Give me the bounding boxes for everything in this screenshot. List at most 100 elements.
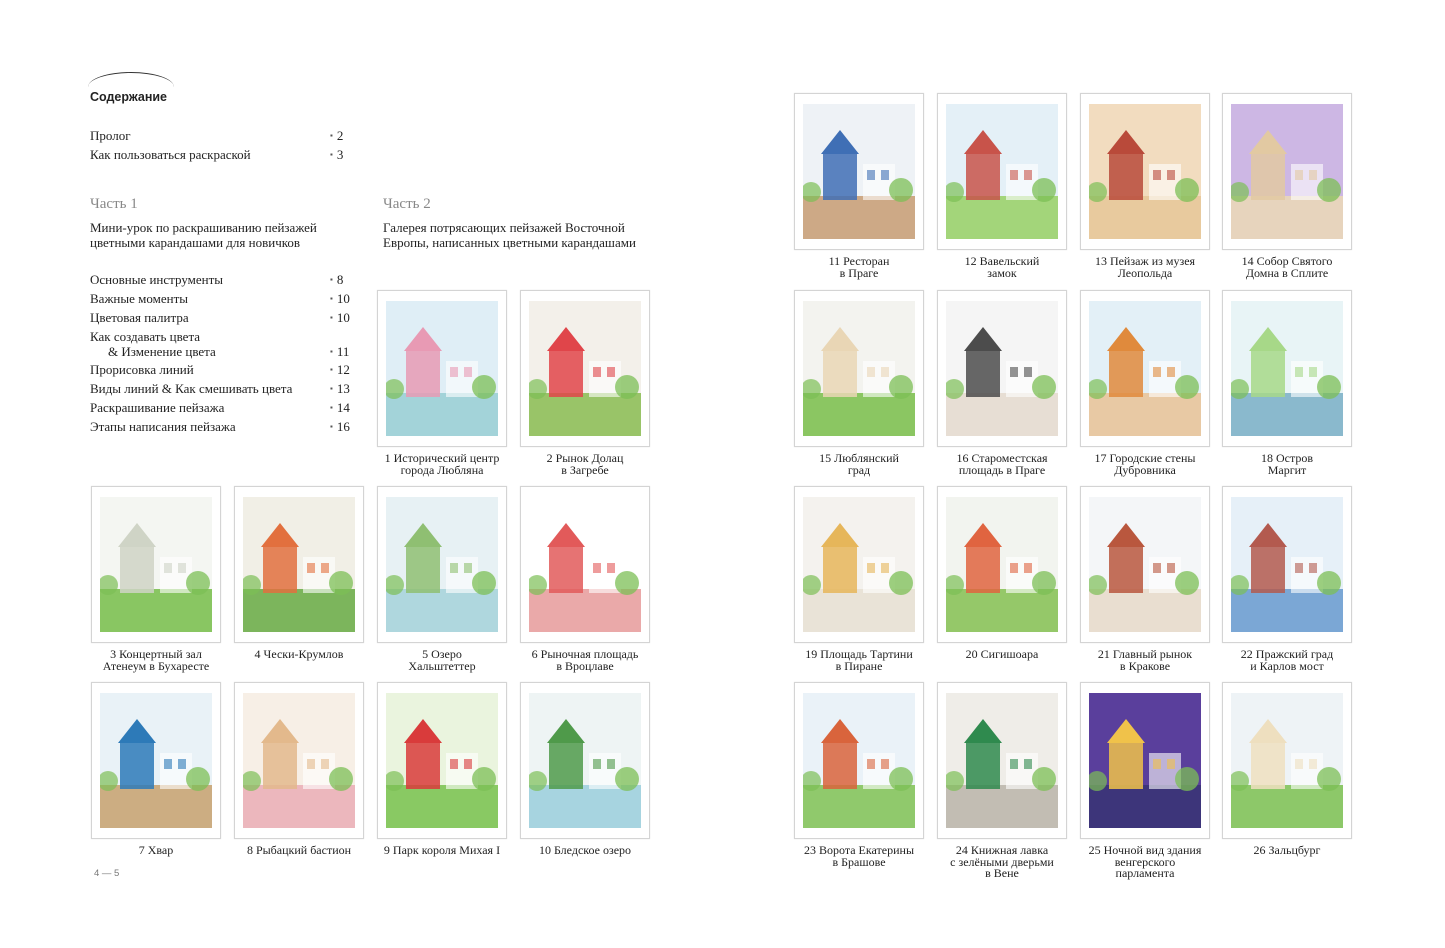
illustration-image: [243, 693, 355, 828]
gallery-card[interactable]: [520, 290, 650, 447]
toc-entry[interactable]: Виды линий & Как смешивать цвета 13: [90, 381, 350, 396]
toc-entry-page: 10: [330, 291, 350, 308]
toc-entry[interactable]: Пролог 2: [90, 128, 350, 143]
gallery-caption: 8 Рыбацкий бастион: [224, 843, 374, 857]
gallery-card[interactable]: [937, 682, 1067, 839]
toc-entry-label: Как пользоваться раскраской: [90, 147, 251, 162]
caption-line: град: [847, 462, 871, 477]
gallery-card[interactable]: [794, 486, 924, 643]
caption-line: в Пиране: [835, 658, 883, 673]
gallery-card[interactable]: [91, 486, 221, 643]
gallery-card[interactable]: [794, 290, 924, 447]
gallery-card[interactable]: [377, 486, 507, 643]
toc-entry-page: 11: [330, 344, 350, 361]
illustration-image: [386, 693, 498, 828]
illustration-image: [946, 497, 1058, 632]
toc-entry[interactable]: Важные моменты 10: [90, 291, 350, 306]
toc-entry[interactable]: & Изменение цвета 11: [90, 344, 350, 359]
illustration-image: [100, 693, 212, 828]
gallery-card[interactable]: [234, 486, 364, 643]
gallery-card[interactable]: [377, 290, 507, 447]
toc-entry[interactable]: Основные инструменты 8: [90, 272, 350, 287]
caption-line: в Брашове: [832, 854, 886, 869]
gallery-caption: 15 Люблянский град: [784, 452, 934, 477]
illustration-image: [1231, 104, 1343, 239]
gallery-caption: 20 Сигишоара: [927, 647, 1077, 661]
toc-entry[interactable]: Цветовая палитра 10: [90, 310, 350, 325]
toc-entry-page: 13: [330, 381, 350, 398]
gallery-card[interactable]: [937, 486, 1067, 643]
gallery-card[interactable]: [794, 93, 924, 250]
illustration-image: [529, 693, 641, 828]
toc-entry-label: Этапы написания пейзажа: [90, 419, 236, 434]
toc-entry-label: Прорисовка линий: [90, 362, 194, 377]
gallery-caption: 1 Исторический центр города Любляна: [367, 452, 517, 477]
gallery-card[interactable]: [1222, 682, 1352, 839]
caption-line: замок: [987, 265, 1017, 280]
gallery-card[interactable]: [937, 290, 1067, 447]
toc-entry-page: 12: [330, 362, 350, 379]
gallery-card[interactable]: [520, 486, 650, 643]
gallery-caption: 7 Хвар: [81, 843, 231, 857]
caption-line: в Вене: [985, 866, 1019, 880]
gallery-card[interactable]: [794, 682, 924, 839]
gallery-card[interactable]: [1222, 93, 1352, 250]
gallery-caption: 3 Концертный зал Атенеум в Бухаресте: [81, 648, 231, 673]
caption-line: Атенеум в Бухаресте: [102, 658, 210, 673]
illustration-image: [1089, 693, 1201, 828]
toc-entry-page: 14: [330, 400, 350, 417]
gallery-card[interactable]: [91, 682, 221, 839]
caption-line: 26 Зальцбург: [1253, 843, 1321, 857]
gallery-card[interactable]: [1080, 290, 1210, 447]
toc-entry[interactable]: Этапы написания пейзажа 16: [90, 419, 350, 434]
illustration-image: [529, 301, 641, 436]
illustration-image: [803, 104, 915, 239]
gallery-caption: 18 Остров Маргит: [1212, 452, 1362, 476]
gallery-caption: 9 Парк короля Михая I: [367, 844, 517, 857]
caption-line: 20 Сигишоара: [965, 647, 1039, 661]
toc-entry[interactable]: Прорисовка линий 12: [90, 362, 350, 377]
part2-heading: Часть 2: [383, 196, 431, 212]
caption-line: Хальштеттер: [408, 658, 476, 673]
toc-entry[interactable]: Как пользоваться раскраской 3: [90, 147, 350, 162]
gallery-caption: 14 Собор Святого Домна в Сплите: [1212, 255, 1362, 280]
gallery-caption: 13 Пейзаж из музея Леопольда: [1070, 255, 1220, 279]
toc-entry-label: Раскрашивание пейзажа: [90, 400, 225, 415]
illustration-image: [1231, 497, 1343, 632]
gallery-card[interactable]: [377, 682, 507, 839]
illustration-image: [803, 497, 915, 632]
gallery-card[interactable]: [520, 682, 650, 839]
gallery-card[interactable]: [1222, 486, 1352, 643]
caption-line: 7 Хвар: [138, 843, 174, 857]
gallery-card[interactable]: [1080, 93, 1210, 250]
toc-entry[interactable]: Раскрашивание пейзажа 14: [90, 400, 350, 415]
toc-entry-page: 3: [330, 147, 344, 164]
gallery-caption: 17 Городские стены Дубровника: [1070, 452, 1220, 477]
caption-line: в Вроцлаве: [556, 658, 614, 673]
caption-line: 8 Рыбацкий бастион: [246, 843, 352, 857]
toc-entry-label: Основные инструменты: [90, 272, 224, 287]
gallery-caption: 26 Зальцбург: [1212, 843, 1362, 857]
toc-entry[interactable]: Как создавать цвета: [90, 329, 350, 344]
illustration-image: [1089, 301, 1201, 436]
illustration-image: [803, 693, 915, 828]
toc-entry-label: & Изменение цвета: [108, 344, 216, 359]
caption-line: в Праге: [839, 265, 879, 280]
gallery-card[interactable]: [1080, 486, 1210, 643]
gallery-caption: 2 Рынок Долац в Загребе: [510, 452, 660, 476]
toc-entry-label: Как создавать цвета: [90, 329, 201, 344]
gallery-card[interactable]: [1222, 290, 1352, 447]
gallery-caption: 5 Озеро Хальштеттер: [367, 648, 517, 673]
toc-entry-label: Важные моменты: [90, 291, 188, 306]
caption-line: города Любляна: [400, 462, 484, 477]
caption-line: Домна в Сплите: [1245, 265, 1329, 280]
toc-entry-page: 16: [330, 419, 350, 436]
gallery-caption: 12 Вавельский замок: [927, 255, 1077, 280]
caption-line: Дубровника: [1114, 462, 1176, 477]
gallery-card[interactable]: [1080, 682, 1210, 839]
ornament-arc: [88, 72, 174, 87]
toc-entry-page: 10: [330, 310, 350, 327]
gallery-card[interactable]: [234, 682, 364, 839]
gallery-card[interactable]: [937, 93, 1067, 250]
gallery-caption: 6 Рыночная площадь в Вроцлаве: [510, 648, 660, 673]
